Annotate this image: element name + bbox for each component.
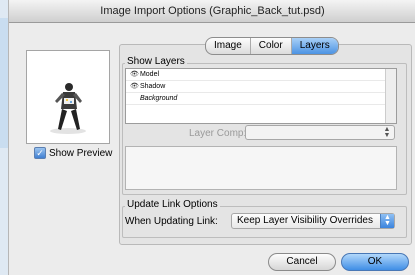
layer-row[interactable]: Background [126,93,396,105]
tab-image[interactable]: Image [206,38,251,54]
show-layers-title: Show Layers [125,56,187,67]
image-preview [26,50,110,144]
show-preview-option[interactable]: ✓ Show Preview [34,147,112,159]
update-link-value: Keep Layer Visibility Overrides [237,215,373,226]
tab-color[interactable]: Color [251,38,292,54]
layer-name: Model [139,71,160,78]
show-preview-checkbox[interactable]: ✓ [34,147,46,159]
select-arrows-icon: ▲ ▼ [380,214,394,228]
cancel-button[interactable]: Cancel [268,253,336,271]
layer-comp-select[interactable]: ▲ ▼ [245,125,395,140]
show-preview-label: Show Preview [49,147,113,159]
ok-button[interactable]: OK [341,253,409,271]
layer-comp-comment-box [125,146,397,190]
layer-name: Shadow [139,83,166,90]
options-tab-bar: Image Color Layers [205,37,339,55]
update-link-title: Update Link Options [125,199,220,210]
layer-list: 👁 Model 👁 Shadow Background [125,68,397,124]
image-import-dialog: Image Import Options (Graphic_Back_tut.p… [8,0,415,275]
tab-layers[interactable]: Layers [291,38,338,54]
eye-icon[interactable]: 👁 [130,81,139,92]
eye-icon[interactable]: 👁 [130,69,139,80]
layer-row[interactable]: 👁 Shadow [126,81,396,93]
eye-hidden-icon[interactable] [130,93,138,104]
layer-list-scrollbar[interactable] [385,69,396,123]
update-link-select[interactable]: Keep Layer Visibility Overrides ▲ ▼ [231,213,395,229]
layer-comp-label: Layer Comp: [189,128,247,139]
when-updating-label: When Updating Link: [125,216,218,227]
layer-row[interactable]: 👁 Model [126,69,396,81]
layer-name: Background [139,95,178,102]
model-figure-image [50,83,86,134]
select-arrows-icon: ▲ ▼ [383,126,391,139]
dialog-title: Image Import Options (Graphic_Back_tut.p… [9,0,415,23]
